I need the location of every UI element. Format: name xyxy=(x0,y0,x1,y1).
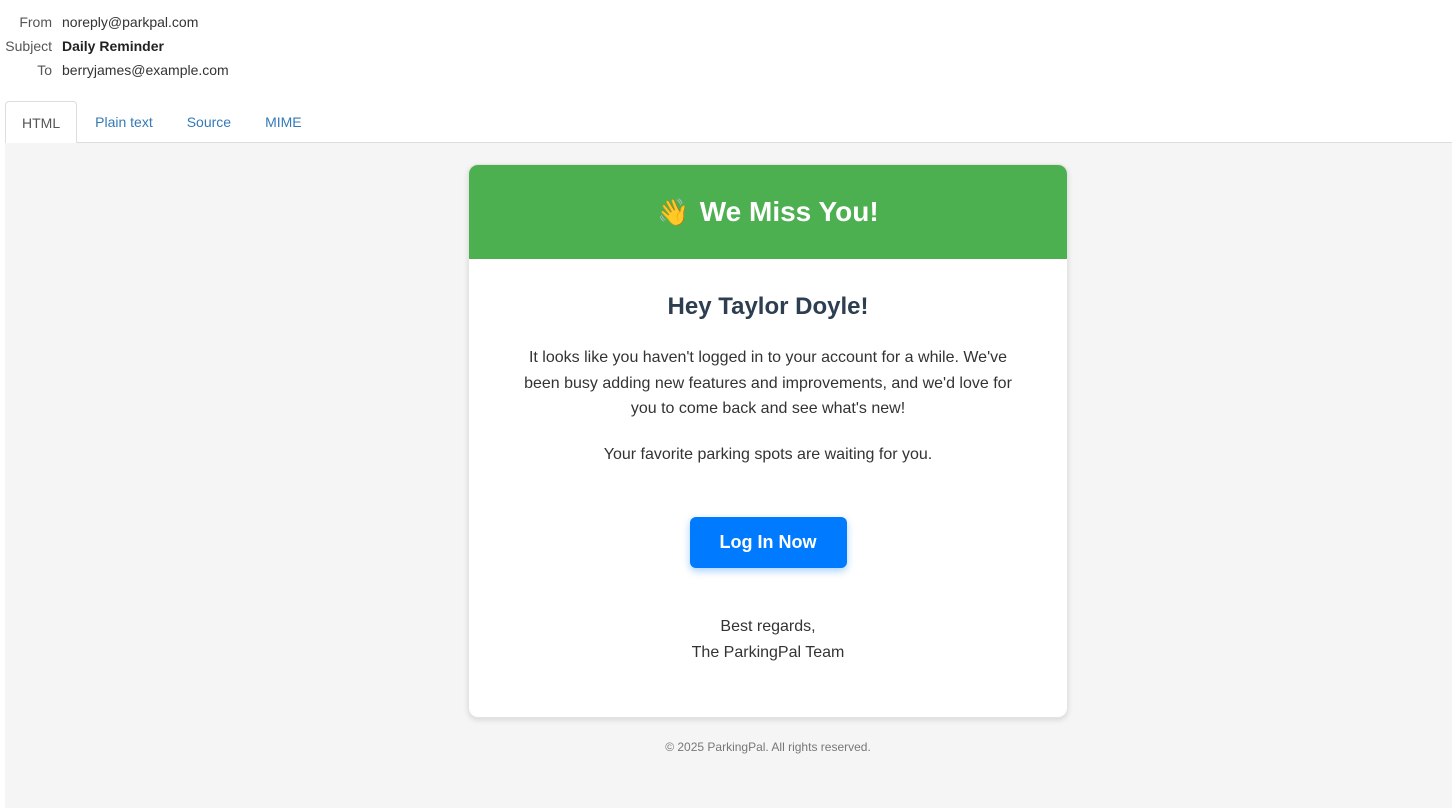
tab-html[interactable]: HTML xyxy=(5,101,78,144)
to-label: To xyxy=(37,62,52,78)
waving-hand-icon: 👋 xyxy=(657,196,690,227)
log-in-now-button[interactable]: Log In Now xyxy=(689,517,847,569)
email-card: 👋 We Miss You! Hey Taylor Doyle! It look… xyxy=(468,164,1068,718)
tab-mime[interactable]: MIME xyxy=(249,101,318,143)
banner-title: We Miss You! xyxy=(699,196,879,227)
intro-paragraph: It looks like you haven't logged in to y… xyxy=(524,349,1012,418)
email-footer: © 2025 ParkingPal. All rights reserved. xyxy=(665,740,871,754)
email-banner: 👋 We Miss You! xyxy=(469,165,1067,259)
greeting-heading: Hey Taylor Doyle! xyxy=(667,293,869,320)
from-label: From xyxy=(19,14,52,30)
to-row: To berryjames@example.com xyxy=(0,58,229,82)
signoff-line-2: The ParkingPal Team xyxy=(691,644,845,662)
subject-label: Subject xyxy=(5,38,52,54)
signoff: Best regards, The ParkingPal Team xyxy=(523,614,1013,666)
email-headers: From noreply@parkpal.com Subject Daily R… xyxy=(0,10,229,82)
email-body: Hey Taylor Doyle! It looks like you have… xyxy=(469,293,1067,666)
from-row: From noreply@parkpal.com xyxy=(0,10,229,34)
subject-value: Daily Reminder xyxy=(62,38,164,54)
to-value: berryjames@example.com xyxy=(62,62,229,78)
spots-paragraph: Your favorite parking spots are waiting … xyxy=(603,445,933,463)
tab-source[interactable]: Source xyxy=(171,101,247,143)
subject-row: Subject Daily Reminder xyxy=(0,34,229,58)
view-tabs: HTML Plain text Source MIME xyxy=(5,101,1452,144)
from-value: noreply@parkpal.com xyxy=(62,14,199,30)
signoff-line-1: Best regards, xyxy=(720,618,816,636)
email-preview-pane: 👋 We Miss You! Hey Taylor Doyle! It look… xyxy=(5,143,1452,808)
tab-plain-text[interactable]: Plain text xyxy=(79,101,169,143)
